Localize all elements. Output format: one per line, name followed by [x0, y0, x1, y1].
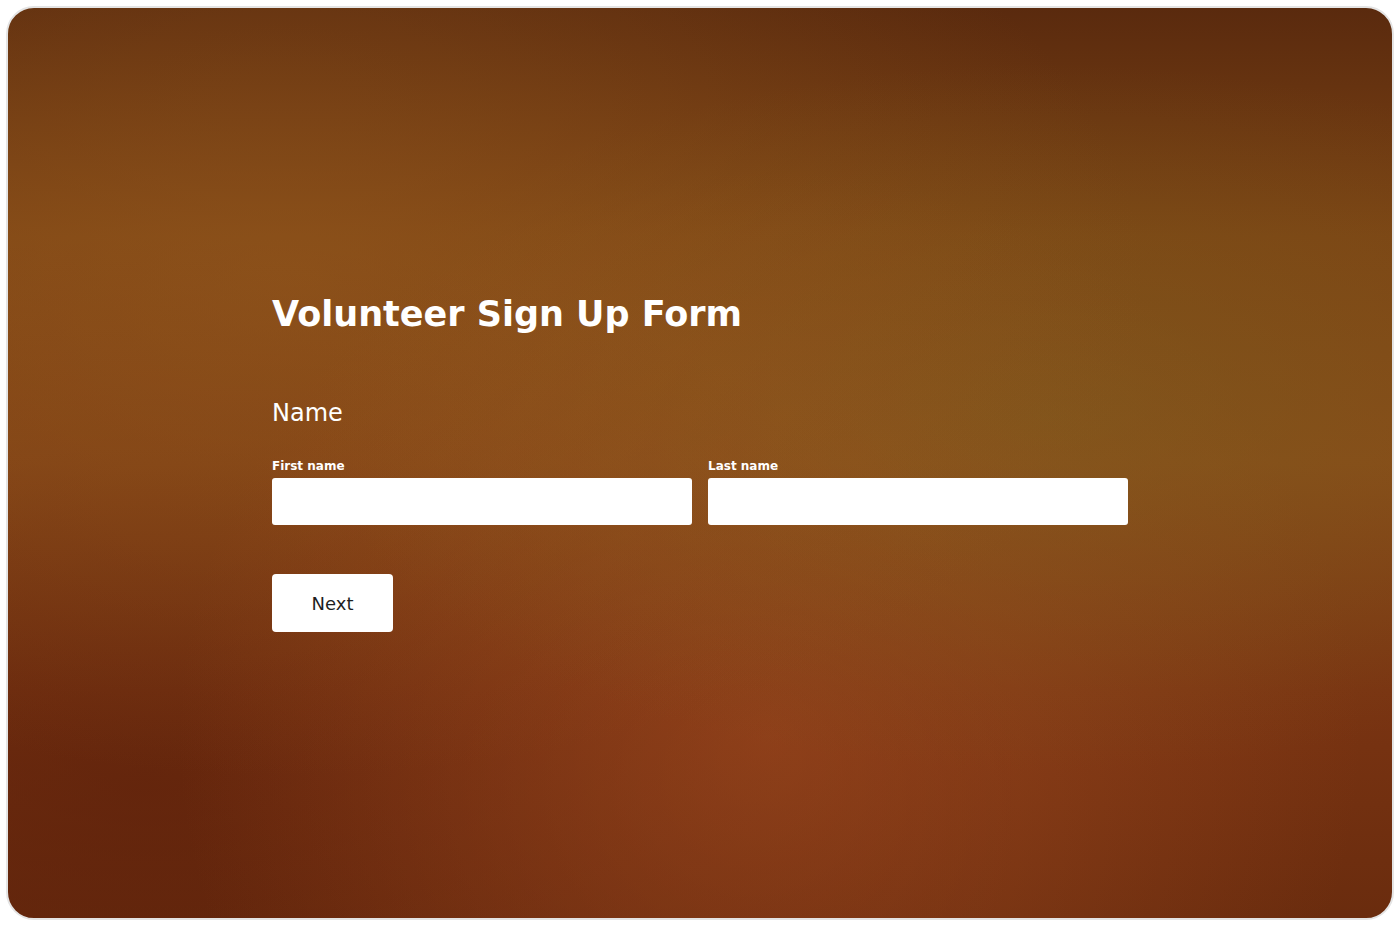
- next-button[interactable]: Next: [272, 574, 393, 632]
- text-input[interactable]: [272, 478, 692, 525]
- field: Last name: [708, 458, 1128, 525]
- form-content: Volunteer Sign Up Form Name First name Last…: [272, 292, 1128, 632]
- field-row: First name Last name: [272, 458, 1128, 525]
- question-label: Name: [272, 398, 1128, 428]
- form-background: Volunteer Sign Up Form Name First name Last…: [6, 6, 1394, 920]
- button-row: Next: [272, 574, 1128, 632]
- text-input[interactable]: [708, 478, 1128, 525]
- field-label: Last name: [708, 458, 1128, 474]
- field-label: First name: [272, 458, 692, 474]
- field: First name: [272, 458, 692, 525]
- form-title: Volunteer Sign Up Form: [272, 292, 1128, 336]
